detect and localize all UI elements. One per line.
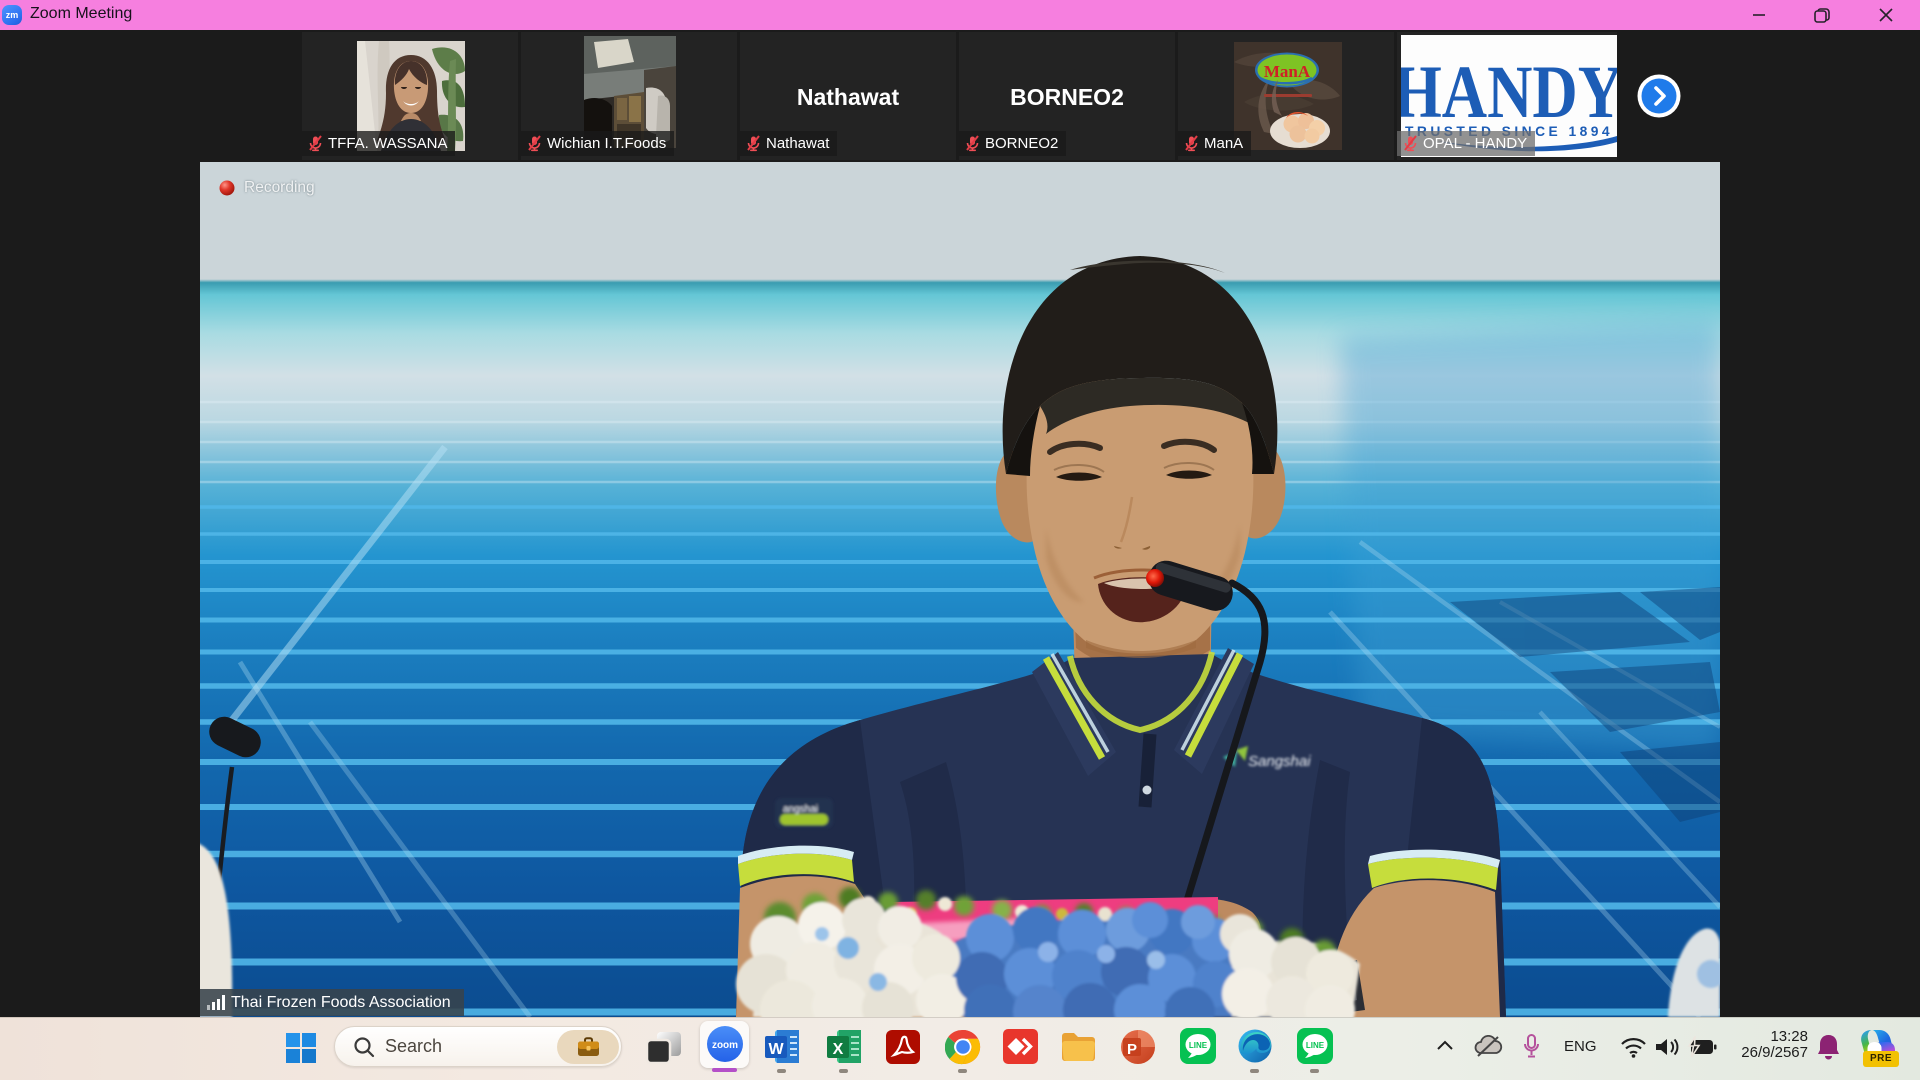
svg-text:P: P	[1127, 1041, 1137, 1058]
svg-text:angshai: angshai	[783, 804, 818, 815]
svg-text:zoom: zoom	[712, 1040, 738, 1051]
svg-text:HANDY: HANDY	[1401, 51, 1617, 134]
svg-text:X: X	[833, 1041, 844, 1058]
svg-text:ManA: ManA	[1264, 62, 1311, 81]
svg-text:Sangshai: Sangshai	[1248, 753, 1311, 770]
svg-text:LINE: LINE	[1189, 1041, 1208, 1050]
svg-text:W: W	[768, 1041, 784, 1058]
svg-text:LINE: LINE	[1306, 1041, 1325, 1050]
